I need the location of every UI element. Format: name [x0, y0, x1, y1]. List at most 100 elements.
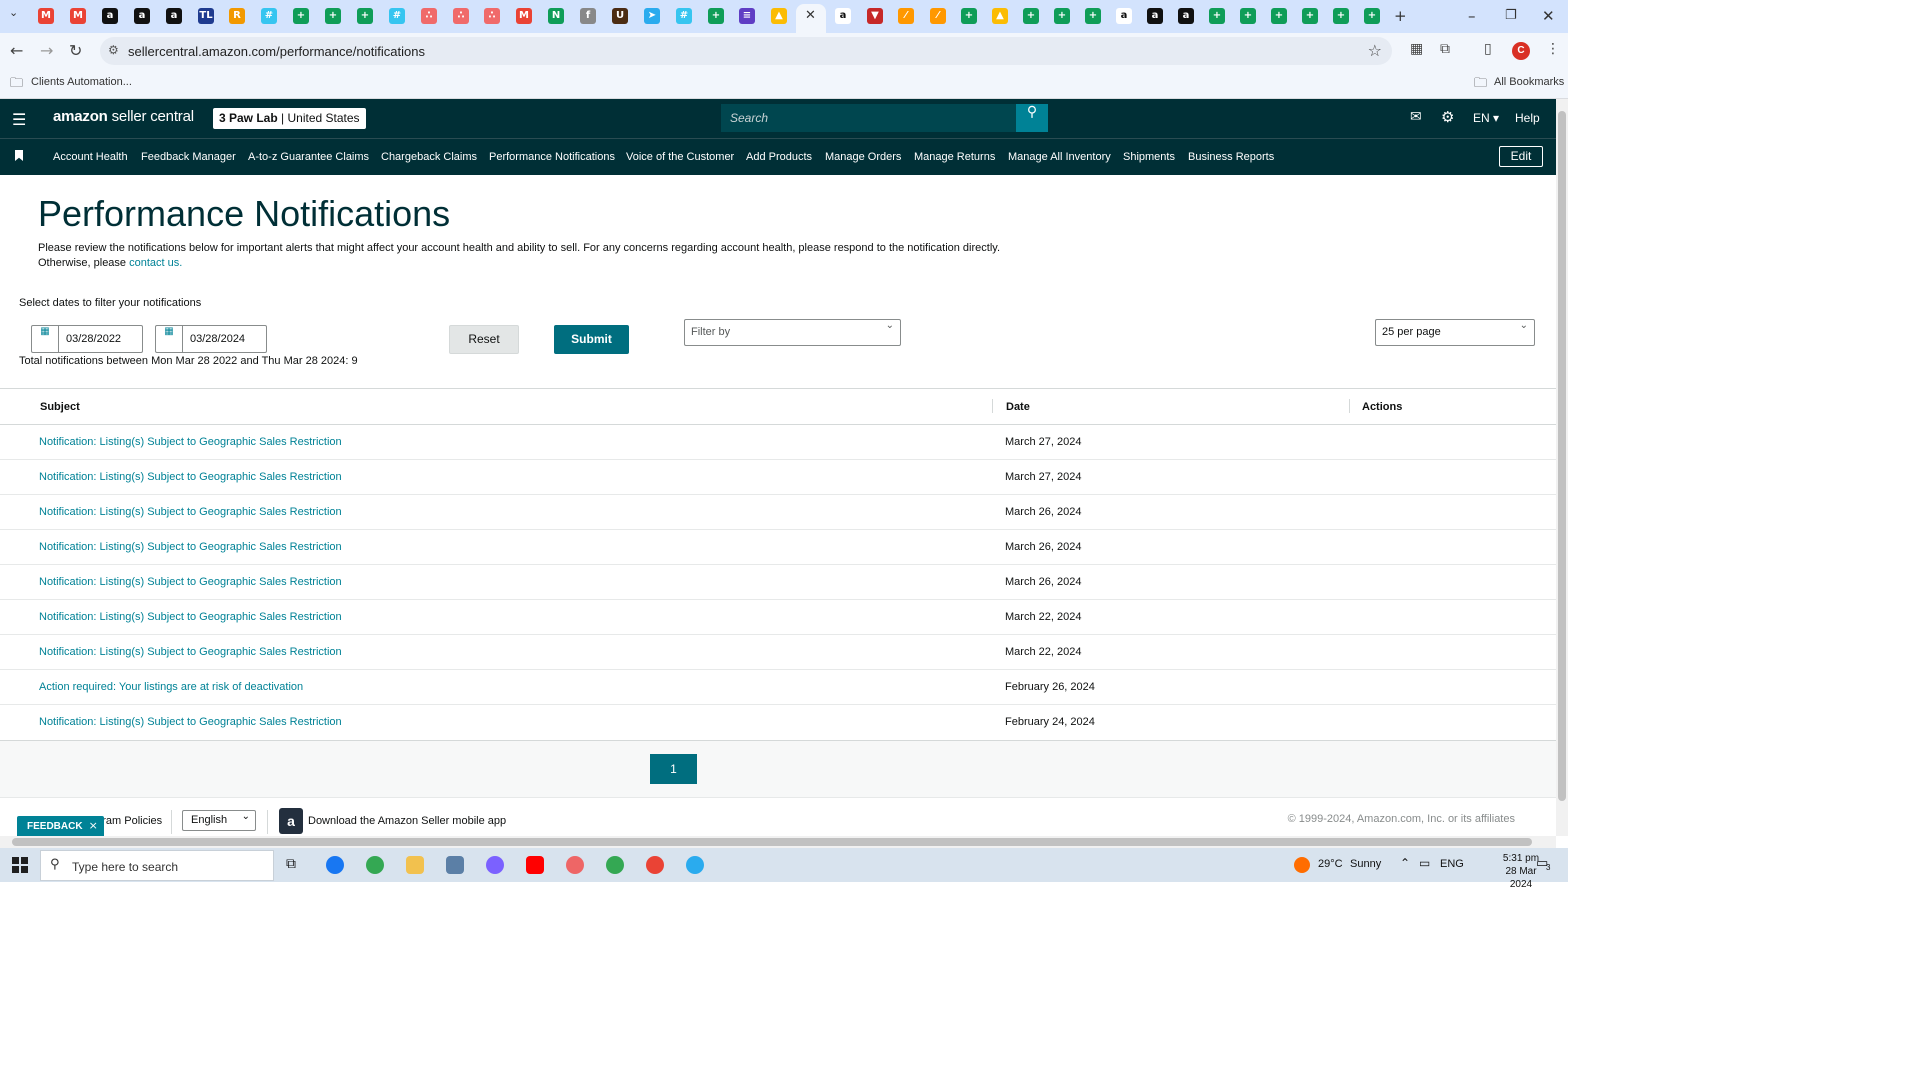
- tab-amazon-icon[interactable]: a: [1147, 8, 1163, 24]
- tab-gmail-icon[interactable]: M: [516, 8, 532, 24]
- forward-icon[interactable]: →: [40, 41, 53, 60]
- feedback-button[interactable]: FEEDBACK ×: [17, 816, 104, 837]
- tab-slack-icon[interactable]: #: [389, 8, 405, 24]
- scrollbar-thumb[interactable]: [1558, 111, 1566, 801]
- notification-subject-link[interactable]: Notification: Listing(s) Subject to Geog…: [39, 471, 342, 483]
- tab-sheets-icon[interactable]: +: [293, 8, 309, 24]
- download-app-link[interactable]: Download the Amazon Seller mobile app: [308, 815, 506, 827]
- language-selector[interactable]: EN ▾: [1473, 111, 1499, 125]
- nav-add-products[interactable]: Add Products: [746, 151, 812, 163]
- tab-app-icon[interactable]: N: [548, 8, 564, 24]
- nav-performance-notifications[interactable]: Performance Notifications: [489, 151, 615, 163]
- youtube-icon[interactable]: [526, 856, 544, 874]
- edit-nav-button[interactable]: Edit: [1499, 146, 1543, 167]
- tab-sheets-icon[interactable]: +: [1085, 8, 1101, 24]
- tab-sheets-icon[interactable]: +: [1302, 8, 1318, 24]
- tab-sheets-icon[interactable]: +: [325, 8, 341, 24]
- help-link[interactable]: Help: [1515, 111, 1540, 125]
- seller-central-logo[interactable]: amazon seller central: [53, 108, 194, 125]
- extensions-puzzle-icon[interactable]: ⧉: [1440, 41, 1450, 57]
- tab-amazon-icon[interactable]: a: [1178, 8, 1194, 24]
- contact-us-link[interactable]: contact us.: [129, 257, 182, 269]
- page-button-current[interactable]: 1: [650, 754, 697, 784]
- nav-account-health[interactable]: Account Health: [53, 151, 128, 163]
- submit-button[interactable]: Submit: [554, 325, 629, 354]
- side-panel-icon[interactable]: ▯: [1484, 41, 1492, 57]
- tab-gmail-icon[interactable]: M: [38, 8, 54, 24]
- extension-icon[interactable]: ▦: [1410, 41, 1423, 57]
- nav-shipments[interactable]: Shipments: [1123, 151, 1175, 163]
- tab-amazon-icon[interactable]: a: [134, 8, 150, 24]
- nav-manage-orders[interactable]: Manage Orders: [825, 151, 901, 163]
- tab-amazon-icon[interactable]: a: [102, 8, 118, 24]
- tab-sheets-icon[interactable]: +: [1333, 8, 1349, 24]
- bookmark-folder-clients[interactable]: Clients Automation...: [31, 76, 132, 88]
- tab-forms-icon[interactable]: ≡: [739, 8, 755, 24]
- notification-subject-link[interactable]: Notification: Listing(s) Subject to Geog…: [39, 541, 342, 553]
- tab-sheets-icon[interactable]: +: [1271, 8, 1287, 24]
- date-from-input[interactable]: [60, 326, 142, 352]
- tab-sheets-icon[interactable]: +: [1023, 8, 1039, 24]
- address-bar[interactable]: ⚙ sellercentral.amazon.com/performance/n…: [100, 37, 1392, 65]
- calendar-icon[interactable]: ▦: [32, 326, 59, 352]
- tab-app-icon[interactable]: R: [229, 8, 245, 24]
- close-tab-icon[interactable]: ✕: [805, 8, 816, 23]
- tab-slack-icon[interactable]: #: [676, 8, 692, 24]
- notification-subject-link[interactable]: Notification: Listing(s) Subject to Geog…: [39, 506, 342, 518]
- mail-icon[interactable]: ✉: [1410, 109, 1422, 125]
- search-button[interactable]: ⚲: [1016, 104, 1048, 132]
- site-info-icon[interactable]: ⚙: [108, 43, 119, 57]
- new-tab-icon[interactable]: +: [1394, 7, 1407, 25]
- chrome-profile-icon[interactable]: [646, 856, 664, 874]
- profile-avatar[interactable]: C: [1512, 42, 1530, 60]
- tab-sheets-icon[interactable]: +: [1054, 8, 1070, 24]
- search-input[interactable]: [721, 104, 1016, 132]
- tab-ups-icon[interactable]: U: [612, 8, 628, 24]
- vertical-scrollbar[interactable]: [1556, 99, 1568, 836]
- back-icon[interactable]: ←: [10, 41, 23, 60]
- tab-search-icon[interactable]: ⌄: [9, 6, 18, 19]
- tab-asana-icon[interactable]: ∴: [453, 8, 469, 24]
- tab-sheets-icon[interactable]: +: [961, 8, 977, 24]
- reload-icon[interactable]: ↻: [69, 41, 82, 60]
- url-text[interactable]: sellercentral.amazon.com/performance/not…: [128, 44, 425, 59]
- nav-manage-inventory[interactable]: Manage All Inventory: [1008, 151, 1111, 163]
- calculator-icon[interactable]: [446, 856, 464, 874]
- taskbar-search[interactable]: ⚲ Type here to search: [40, 850, 274, 881]
- tab-drive-icon[interactable]: ▲: [771, 8, 787, 24]
- bookmark-star-icon[interactable]: ☆: [1368, 41, 1382, 60]
- tab-sheets-icon[interactable]: +: [1240, 8, 1256, 24]
- tab-app-icon[interactable]: ▼: [867, 8, 883, 24]
- close-icon[interactable]: ×: [89, 819, 98, 832]
- notification-subject-link[interactable]: Notification: Listing(s) Subject to Geog…: [39, 436, 342, 448]
- tab-sheets-icon[interactable]: +: [708, 8, 724, 24]
- menu-kebab-icon[interactable]: ⋮: [1546, 41, 1560, 57]
- calendar-icon[interactable]: ▦: [156, 326, 183, 352]
- snipping-tool-icon[interactable]: [566, 856, 584, 874]
- bookmark-icon[interactable]: [15, 150, 23, 161]
- seller-app-icon[interactable]: a: [279, 808, 303, 834]
- date-to-input[interactable]: [184, 326, 266, 352]
- tab-slack-icon[interactable]: #: [261, 8, 277, 24]
- tab-asana-icon[interactable]: ∴: [484, 8, 500, 24]
- all-bookmarks[interactable]: All Bookmarks: [1494, 76, 1564, 88]
- file-explorer-icon[interactable]: [406, 856, 424, 874]
- notification-subject-link[interactable]: Notification: Listing(s) Subject to Geog…: [39, 716, 342, 728]
- tab-fedex-icon[interactable]: f: [580, 8, 596, 24]
- account-switcher[interactable]: 3 Paw Lab | United States: [213, 108, 366, 129]
- nav-voice-of-customer[interactable]: Voice of the Customer: [626, 151, 734, 163]
- notification-subject-link[interactable]: Notification: Listing(s) Subject to Geog…: [39, 646, 342, 658]
- nav-manage-returns[interactable]: Manage Returns: [914, 151, 995, 163]
- tab-sheets-icon[interactable]: +: [357, 8, 373, 24]
- network-icon[interactable]: ▭: [1419, 856, 1430, 870]
- notification-subject-link[interactable]: Notification: Listing(s) Subject to Geog…: [39, 611, 342, 623]
- tab-amazon-icon[interactable]: a: [1116, 8, 1132, 24]
- tab-amazon-icon[interactable]: a: [835, 8, 851, 24]
- filter-by-select[interactable]: Filter by ⌄: [684, 319, 901, 346]
- weather-icon[interactable]: [1294, 857, 1310, 873]
- hamburger-menu-icon[interactable]: ☰: [12, 110, 26, 129]
- nav-business-reports[interactable]: Business Reports: [1188, 151, 1274, 163]
- tab-drive-icon[interactable]: ▲: [992, 8, 1008, 24]
- chrome-icon[interactable]: [366, 856, 384, 874]
- scrollbar-thumb[interactable]: [12, 838, 1532, 846]
